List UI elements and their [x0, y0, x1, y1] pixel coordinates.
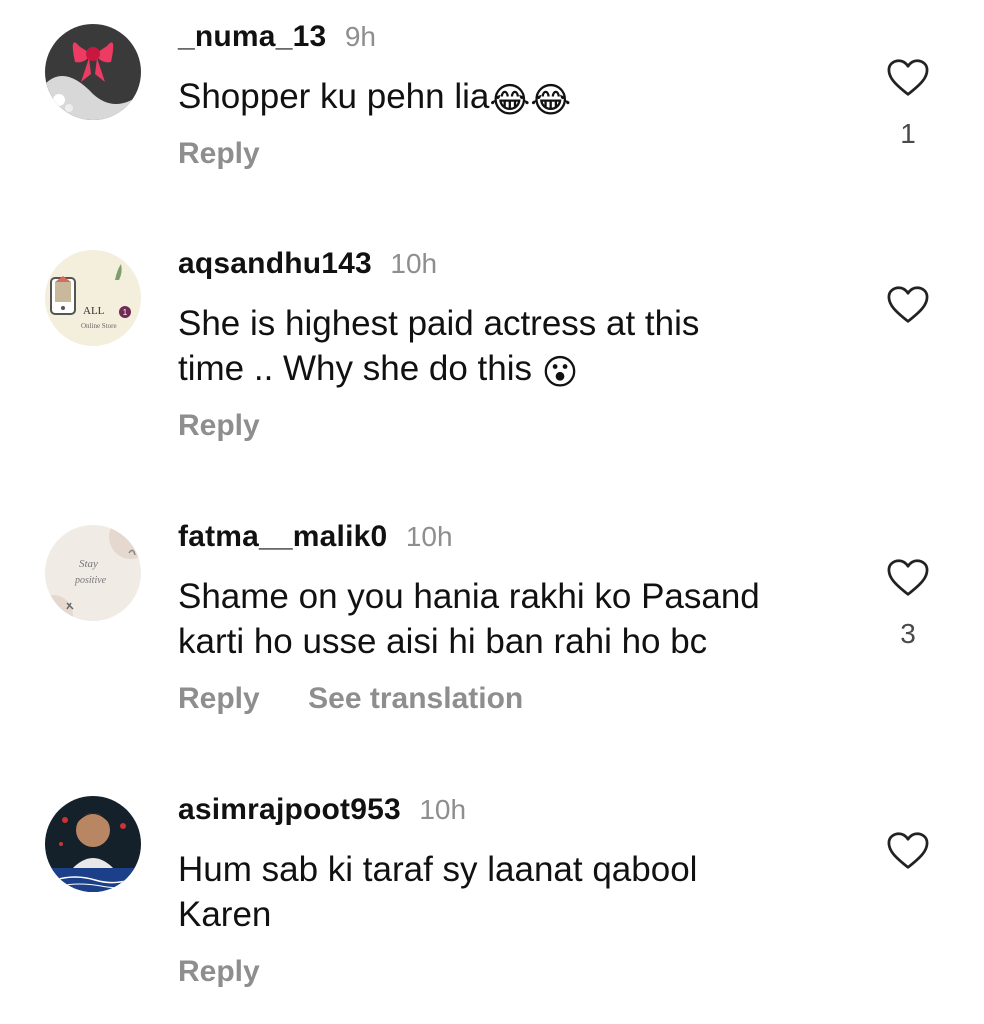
timestamp: 10h	[419, 794, 467, 825]
reply-button[interactable]: Reply	[178, 682, 260, 715]
comment-line-2: time .. Why she do this 😮	[178, 346, 818, 395]
comment-meta: fatma__malik0 10h	[178, 520, 453, 554]
comment-line-text: time .. Why she do this	[178, 349, 533, 388]
avatar[interactable]: Stay positive	[45, 525, 141, 621]
like-button[interactable]	[886, 58, 930, 98]
avatar-label: Stay	[79, 558, 98, 570]
heart-outline-icon	[887, 559, 929, 596]
see-translation-button[interactable]: See translation	[308, 682, 523, 715]
avatar-label: ALL	[83, 305, 105, 317]
comment-item: asimrajpoot953 10h Hum sab ki taraf sy l…	[0, 793, 984, 1013]
comment-line: Hum sab ki taraf sy laanat qabool	[178, 850, 698, 889]
timestamp: 10h	[390, 248, 438, 279]
comment-text: Hum sab ki taraf sy laanat qabool Karen	[178, 847, 818, 937]
comment-actions: Reply	[178, 137, 304, 171]
like-button[interactable]	[886, 558, 930, 598]
avatar-sublabel: Online Store	[81, 322, 117, 330]
avatar-sublabel: positive	[74, 575, 107, 586]
comment-text: Shame on you hania rakhi ko Pasand karti…	[178, 574, 818, 664]
comments-list: _numa_13 9h Shopper ku pehn lia😂😂 Reply …	[0, 0, 984, 1024]
reply-button[interactable]: Reply	[178, 409, 260, 442]
reply-button[interactable]: Reply	[178, 955, 260, 988]
comment-item: 1 ALL Online Store aqsandhu143 10h She i…	[0, 247, 984, 467]
comment-line-2: karti ho usse aisi hi ban rahi ho bc	[178, 622, 708, 661]
comment-text: She is highest paid actress at this time…	[178, 301, 818, 395]
comment-body: Shopper ku pehn lia	[178, 77, 490, 116]
comment-text: Shopper ku pehn lia😂😂	[178, 74, 818, 123]
avatar[interactable]	[45, 796, 141, 892]
like-count: 3	[900, 618, 916, 649]
avatar-image: Stay positive	[45, 525, 141, 621]
avatar-badge: 1	[123, 308, 128, 317]
heart-outline-icon	[887, 286, 929, 323]
comment-item: _numa_13 9h Shopper ku pehn lia😂😂 Reply …	[0, 20, 984, 190]
like-button[interactable]	[886, 285, 930, 325]
like-button[interactable]	[886, 831, 930, 871]
avatar[interactable]	[45, 24, 141, 120]
heart-outline-icon	[887, 832, 929, 869]
username[interactable]: _numa_13	[178, 20, 326, 53]
avatar-image	[45, 24, 141, 120]
laughing-emoji-icon: 😂😂	[489, 81, 572, 120]
username[interactable]: asimrajpoot953	[178, 793, 401, 826]
comment-actions: Reply	[178, 955, 304, 989]
timestamp: 9h	[344, 21, 376, 52]
username[interactable]: aqsandhu143	[178, 247, 372, 280]
comment-actions: Reply	[178, 409, 304, 443]
comment-item: Stay positive fatma__malik0 10h Shame on…	[0, 520, 984, 740]
comment-line: Shame on you hania rakhi ko Pasand	[178, 577, 760, 616]
username[interactable]: fatma__malik0	[178, 520, 387, 553]
avatar[interactable]: 1 ALL Online Store	[45, 250, 141, 346]
heart-outline-icon	[887, 59, 929, 96]
avatar-image	[45, 796, 141, 892]
timestamp: 10h	[405, 521, 453, 552]
comment-meta: aqsandhu143 10h	[178, 247, 437, 281]
avatar-image: 1 ALL Online Store	[45, 250, 141, 346]
comment-line-2: Karen	[178, 895, 272, 934]
like-count: 1	[900, 118, 916, 149]
reply-button[interactable]: Reply	[178, 137, 260, 170]
comment-meta: asimrajpoot953 10h	[178, 793, 466, 827]
surprised-emoji-icon: 😮	[541, 353, 579, 392]
comment-actions: Reply See translation	[178, 682, 567, 716]
comment-line: She is highest paid actress at this	[178, 304, 700, 343]
comment-meta: _numa_13 9h	[178, 20, 376, 54]
